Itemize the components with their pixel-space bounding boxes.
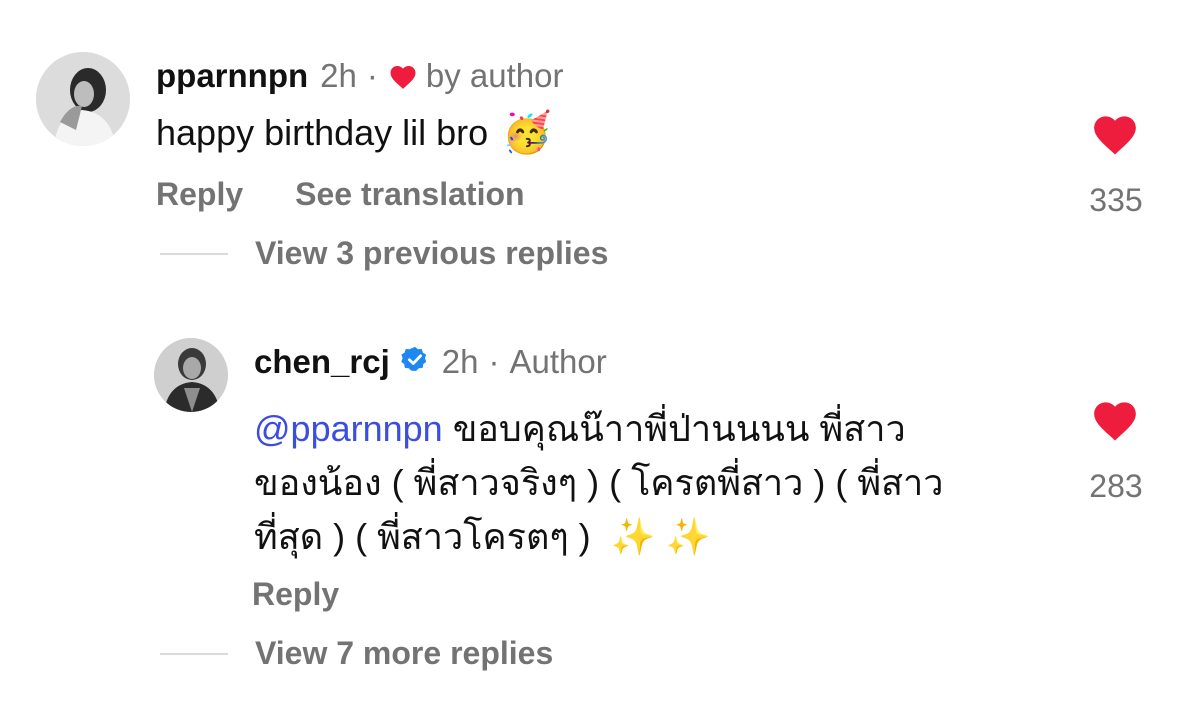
reply-text-line-1: ขอบคุณน๊าาพี่ป่านนนน พี่สาว xyxy=(442,408,906,449)
reply-like-heart-icon[interactable] xyxy=(1090,396,1140,442)
view-more-replies-button[interactable]: View 7 more replies xyxy=(255,635,553,672)
reply-time: 2h xyxy=(441,343,479,380)
replies-divider xyxy=(160,253,228,255)
reply-author-avatar[interactable] xyxy=(154,338,228,412)
see-translation-button[interactable]: See translation xyxy=(295,176,524,213)
partying-face-emoji: 🥳 xyxy=(502,111,553,155)
comment-body: happy birthday lil bro 🥳 xyxy=(156,110,552,156)
commenter-username[interactable]: pparnnpn xyxy=(156,57,308,95)
author-label: Author xyxy=(509,343,607,380)
reply-reply-button[interactable]: Reply xyxy=(252,576,339,613)
liked-by-author-label: by author xyxy=(425,57,564,94)
verified-badge-icon xyxy=(400,345,430,380)
reply-actions: Reply xyxy=(252,576,339,613)
mention-link[interactable]: @pparnnpn xyxy=(254,406,443,452)
reply-username[interactable]: chen_rcj xyxy=(254,343,390,381)
comment-text: happy birthday lil bro xyxy=(156,112,489,153)
reply-line-3: ที่สุด ) ( พี่สาวโครตๆ ) ✨ ✨ xyxy=(254,514,1054,560)
comment-time: 2h xyxy=(320,57,357,94)
reply-body: @pparnnpn ขอบคุณน๊าาพี่ป่านนนน พี่สาว ขอ… xyxy=(254,406,1054,560)
reply-like-count: 283 xyxy=(1089,468,1143,504)
comment-header: pparnnpn 2h · by author xyxy=(156,56,563,96)
replies-divider xyxy=(160,653,228,655)
separator-dot: · xyxy=(488,343,500,380)
sparkles-emoji: ✨ ✨ xyxy=(610,516,711,557)
reply-text-line-3: ที่สุด ) ( พี่สาวโครตๆ ) xyxy=(254,516,601,557)
commenter-avatar[interactable] xyxy=(36,52,130,146)
reply-text-line-2: ของน้อง ( พี่สาวจริงๆ ) ( โครตพี่สาว ) (… xyxy=(254,462,944,503)
view-previous-replies-button[interactable]: View 3 previous replies xyxy=(255,235,608,272)
liked-by-author-heart-icon xyxy=(388,62,418,90)
reply-line-2: ของน้อง ( พี่สาวจริงๆ ) ( โครตพี่สาว ) (… xyxy=(254,460,1054,506)
reply-header: chen_rcj 2h · Author xyxy=(254,342,607,382)
comment-like-count: 335 xyxy=(1089,182,1143,218)
reply-button[interactable]: Reply xyxy=(156,176,243,213)
comment-like-heart-icon[interactable] xyxy=(1090,110,1140,156)
comment-actions: Reply See translation xyxy=(156,176,525,213)
separator-dot: · xyxy=(366,57,378,94)
reply-line-1: @pparnnpn ขอบคุณน๊าาพี่ป่านนนน พี่สาว xyxy=(254,406,1054,452)
